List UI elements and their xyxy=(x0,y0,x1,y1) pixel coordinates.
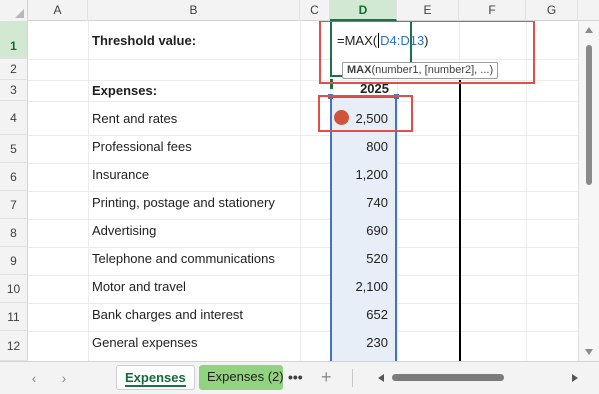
column-header-f[interactable]: F xyxy=(459,0,526,21)
vertical-scrollbar[interactable] xyxy=(578,21,599,361)
max-indicator-dot xyxy=(334,110,349,125)
expense-label: Advertising xyxy=(92,223,157,238)
sheet-tab-expenses[interactable]: Expenses xyxy=(116,365,195,390)
row-header-9[interactable]: 9 xyxy=(0,247,28,275)
add-sheet-icon[interactable]: + xyxy=(321,368,332,386)
sheet-tab-label: Expenses xyxy=(125,370,186,385)
sheet-tab-bar: ‹ › Expenses Expenses (2) ••• + xyxy=(0,361,599,394)
next-sheet-icon[interactable]: › xyxy=(56,370,72,386)
expense-value: 652 xyxy=(366,307,388,322)
column-border-line xyxy=(459,80,461,361)
prev-sheet-icon[interactable]: ‹ xyxy=(26,370,42,386)
horizontal-scroll-thumb[interactable] xyxy=(392,374,504,381)
row-header-5[interactable]: 5 xyxy=(0,135,28,163)
select-all-corner[interactable] xyxy=(0,0,28,21)
row-header-6[interactable]: 6 xyxy=(0,163,28,191)
row-header-11[interactable]: 11 xyxy=(0,303,28,331)
more-sheets-icon[interactable]: ••• xyxy=(288,370,303,384)
scroll-down-icon[interactable] xyxy=(585,349,593,355)
expense-label: Printing, postage and stationery xyxy=(92,195,275,210)
scroll-left-icon[interactable] xyxy=(378,374,384,382)
expense-label: Bank charges and interest xyxy=(92,307,244,322)
column-header-g[interactable]: G xyxy=(526,0,578,21)
row-header-2[interactable]: 2 xyxy=(0,59,28,80)
row-header-3[interactable]: 3 xyxy=(0,80,28,101)
expense-value: 690 xyxy=(366,223,388,238)
cell-grid[interactable]: Threshold value: Expenses: 2025 Rent and… xyxy=(28,21,578,361)
expense-label: Telephone and communications xyxy=(92,251,275,266)
column-header-d[interactable]: D xyxy=(330,0,397,21)
column-header-a[interactable]: A xyxy=(28,0,88,21)
expense-label: Rent and rates xyxy=(92,111,178,126)
row-header-4[interactable]: 4 xyxy=(0,101,28,135)
sheet-tab-expenses-2[interactable]: Expenses (2) xyxy=(199,365,283,390)
tab-scroll-divider xyxy=(352,369,353,387)
row-header-12[interactable]: 12 xyxy=(0,331,28,361)
column-header-e[interactable]: E xyxy=(397,0,459,21)
vertical-scroll-thumb[interactable] xyxy=(586,45,592,185)
expenses-header: Expenses: xyxy=(92,83,158,98)
column-header-b[interactable]: B xyxy=(88,0,300,21)
threshold-label: Threshold value: xyxy=(92,33,197,48)
expense-label: Insurance xyxy=(92,167,150,182)
formula-highlight-box xyxy=(319,21,535,84)
row-header-10[interactable]: 10 xyxy=(0,275,28,303)
expense-label: Motor and travel xyxy=(92,279,186,294)
expense-label: Professional fees xyxy=(92,139,192,154)
row-header-7[interactable]: 7 xyxy=(0,191,28,219)
scroll-right-icon[interactable] xyxy=(572,374,578,382)
expense-value: 2,100 xyxy=(355,279,388,294)
row-header-1[interactable]: 1 xyxy=(0,21,28,59)
column-header-c[interactable]: C xyxy=(300,0,330,21)
max-value-highlight-box xyxy=(318,95,413,132)
expense-value: 800 xyxy=(366,139,388,154)
scroll-up-icon[interactable] xyxy=(585,27,593,33)
expense-value: 230 xyxy=(366,335,388,350)
expense-value: 520 xyxy=(366,251,388,266)
row-header-8[interactable]: 8 xyxy=(0,219,28,247)
expense-value: 1,200 xyxy=(355,167,388,182)
expense-label: General expenses xyxy=(92,335,198,350)
expense-value: 740 xyxy=(366,195,388,210)
column-header-bar: A B C D E F G xyxy=(0,0,599,21)
